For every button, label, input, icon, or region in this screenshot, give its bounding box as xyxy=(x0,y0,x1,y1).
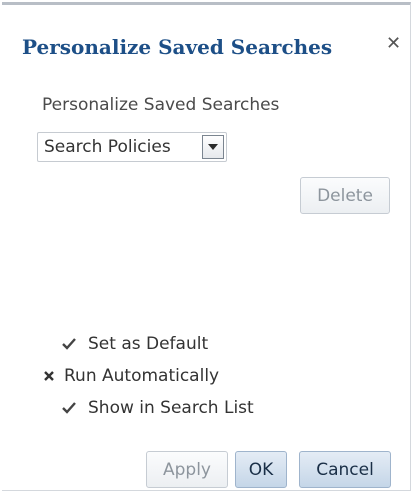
set-as-default-option[interactable]: Set as Default xyxy=(60,331,208,357)
show-in-search-list-label: Show in Search List xyxy=(88,398,254,418)
set-as-default-label: Set as Default xyxy=(88,334,209,354)
saved-search-select[interactable]: Search Policies xyxy=(37,132,227,162)
saved-search-select-value: Search Policies xyxy=(44,137,171,157)
run-automatically-label: Run Automatically xyxy=(64,366,220,386)
dialog-title: Personalize Saved Searches xyxy=(22,35,333,59)
dropdown-arrow-icon[interactable] xyxy=(202,135,224,159)
x-mark-icon xyxy=(40,367,58,385)
delete-button[interactable]: Delete xyxy=(300,177,390,214)
section-label: Personalize Saved Searches xyxy=(42,95,280,115)
cancel-button[interactable]: Cancel xyxy=(299,451,391,488)
personalize-saved-searches-dialog: Personalize Saved Searches ✕ Personalize… xyxy=(2,2,411,491)
checkmark-icon xyxy=(60,399,78,417)
run-automatically-option[interactable]: Run Automatically xyxy=(40,363,219,389)
show-in-search-list-option[interactable]: Show in Search List xyxy=(60,395,254,421)
ok-button[interactable]: OK xyxy=(235,451,287,488)
close-icon[interactable]: ✕ xyxy=(386,33,401,54)
apply-button[interactable]: Apply xyxy=(146,451,228,488)
checkmark-icon xyxy=(60,335,78,353)
